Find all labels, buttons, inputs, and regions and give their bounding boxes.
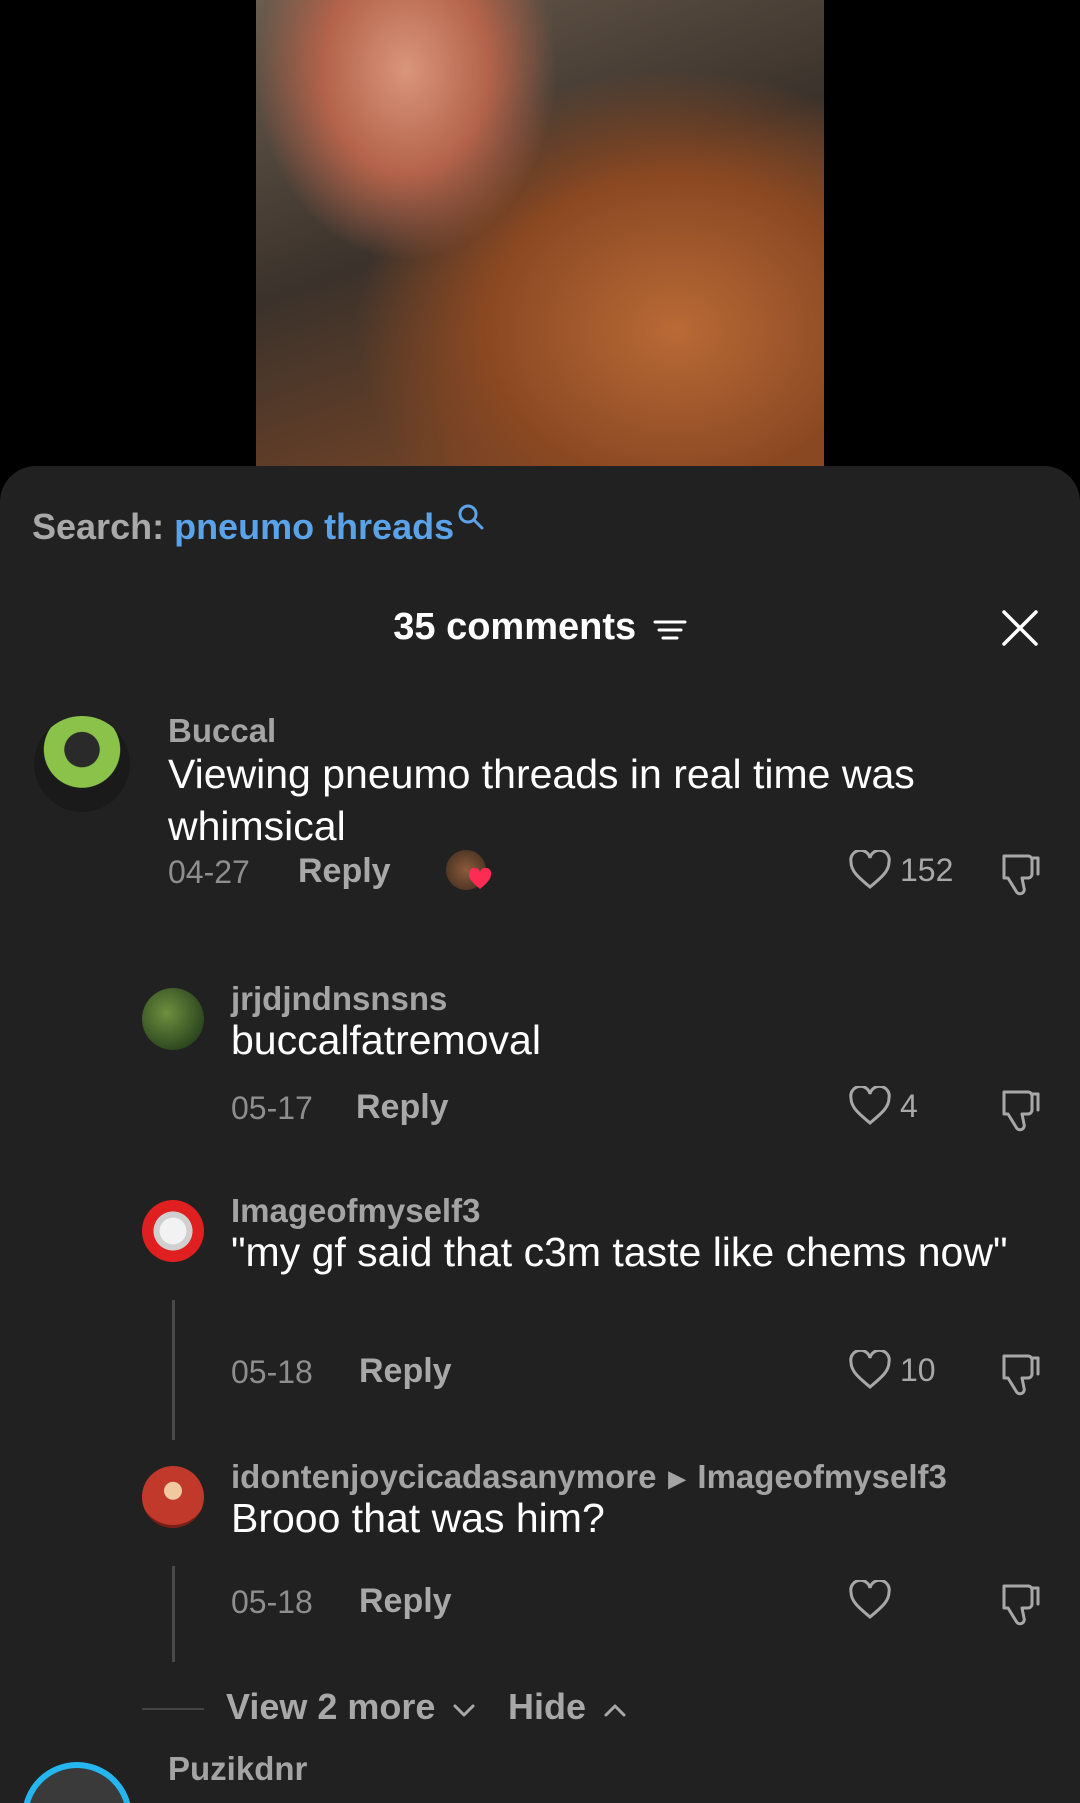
reply-text: "my gf said that c3m taste like chems no… [231,1229,1008,1275]
comment-count-label: 35 comments [393,606,637,648]
like-button[interactable] [848,1580,900,1620]
heart-icon [849,850,891,889]
reply-item: Imageofmyself3 "my gf said that c3m tast… [0,1192,1080,1410]
chevron-up-icon [604,1704,626,1717]
heart-badge-icon [468,868,492,889]
dislike-icon[interactable] [998,1088,1044,1132]
thread-controls: View 2 more Hide [0,1678,1080,1738]
reply-button[interactable]: Reply [359,1582,452,1621]
creator-liked-badge [446,850,494,894]
avatar[interactable] [34,716,130,812]
like-button[interactable]: 152 [848,850,953,890]
search-prefix: Search: [32,506,165,547]
reply-username[interactable]: idontenjoycicadasanymore ▶ Imageofmyself3 [231,1458,947,1496]
close-button[interactable] [998,606,1042,650]
reply-username[interactable]: jrjdjndnsnsns [231,980,447,1018]
reply-text: buccalfatremoval [231,1017,541,1063]
thread-connector-line [172,1566,175,1662]
like-count: 10 [900,1351,936,1388]
thread-connector-line [172,1300,175,1440]
sort-icon[interactable] [653,614,687,644]
avatar[interactable] [142,1200,204,1262]
reply-text: Brooo that was him? [231,1495,605,1541]
comment-count-title[interactable]: 35 comments [0,606,1080,649]
avatar[interactable] [142,988,204,1050]
comment-username[interactable]: Buccal [168,712,276,750]
reply-button[interactable]: Reply [298,852,391,891]
dislike-icon[interactable] [998,1582,1044,1626]
comment-item: Puzikdnr [0,1750,1080,1803]
like-count: 152 [900,851,954,888]
reply-author[interactable]: idontenjoycicadasanymore [231,1458,656,1495]
view-more-label: View 2 more [226,1686,436,1727]
reply-to-arrow-icon: ▶ [668,1466,686,1492]
chevron-down-icon [453,1704,475,1717]
heart-icon [849,1350,891,1389]
divider [142,1708,204,1710]
reply-date: 05-17 [231,1090,313,1126]
search-icon [458,504,484,530]
search-term-link[interactable]: pneumo threads [174,506,454,548]
avatar[interactable] [142,1466,204,1528]
like-count: 4 [900,1087,918,1124]
hide-replies-button[interactable]: Hide [508,1686,628,1728]
dislike-icon[interactable] [998,1352,1044,1396]
close-icon [1002,610,1038,646]
view-more-replies-button[interactable]: View 2 more [226,1686,477,1728]
comments-header: 35 comments [0,606,1080,666]
dislike-icon[interactable] [998,852,1044,896]
comment-item: Buccal Viewing pneumo threads in real ti… [0,712,1080,916]
reply-date: 05-18 [231,1354,313,1390]
reply-button[interactable]: Reply [356,1088,449,1127]
reply-item: idontenjoycicadasanymore ▶ Imageofmyself3 … [0,1458,1080,1636]
reply-date: 05-18 [231,1584,313,1620]
reply-item: jrjdjndnsnsns buccalfatremoval 05-17 Rep… [0,980,1080,1138]
video-thumbnail[interactable] [256,0,824,466]
like-button[interactable]: 4 [848,1086,918,1126]
heart-icon [849,1580,891,1619]
avatar[interactable] [22,1762,132,1803]
like-button[interactable]: 10 [848,1350,936,1390]
comment-date: 04-27 [168,854,250,890]
reply-button[interactable]: Reply [359,1352,452,1391]
comment-username[interactable]: Puzikdnr [168,1750,307,1788]
heart-icon [849,1086,891,1125]
reply-to-username[interactable]: Imageofmyself3 [697,1458,946,1495]
reply-username[interactable]: Imageofmyself3 [231,1192,480,1230]
video-area[interactable] [0,0,1080,466]
comment-text: Viewing pneumo threads in real time was … [168,751,915,849]
comments-sheet: Search: pneumo threads 35 comments Bucca… [0,466,1080,1803]
search-suggestion[interactable]: Search: pneumo threads [32,504,486,548]
hide-label: Hide [508,1686,587,1727]
